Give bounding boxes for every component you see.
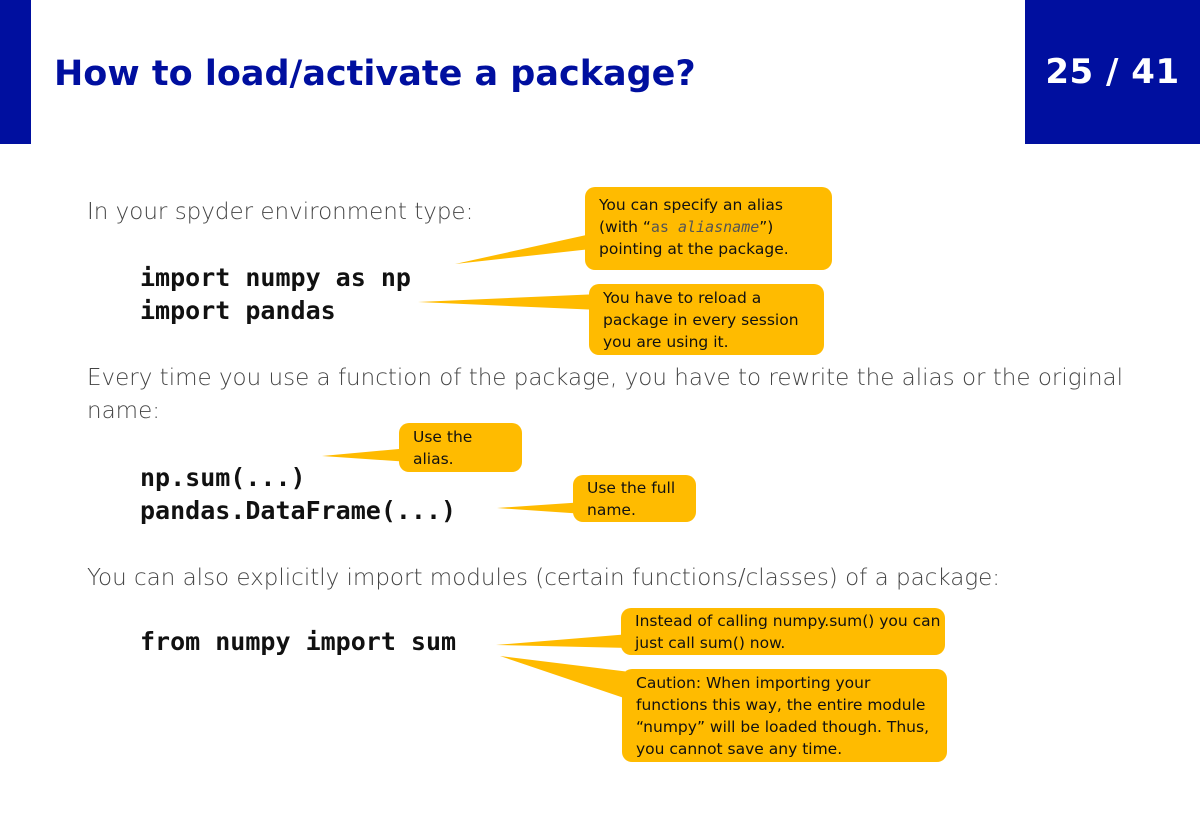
callout-text: ”)	[759, 218, 774, 236]
section2-intro: Every time you use a function of the pac…	[87, 362, 1123, 428]
reload-callout: You have to reload a package in every se…	[589, 284, 824, 355]
section1-code-block: import numpy as np import pandas	[140, 261, 411, 327]
use-full-callout: Use the full name.	[573, 475, 696, 522]
callout-line: functions this way, the entire module	[636, 696, 926, 714]
callout-code: as	[650, 218, 678, 236]
code-line: import numpy as np	[140, 263, 411, 292]
callout-line: pointing at the package.	[599, 240, 789, 258]
reload-callout-pointer	[418, 294, 600, 310]
instead-callout-pointer	[496, 634, 630, 648]
callout-line: (with “as aliasname”)	[599, 216, 822, 238]
instead-callout: Instead of calling numpy.sum() you can j…	[621, 608, 945, 655]
section2-intro-line: name:	[87, 398, 160, 424]
code-line: import pandas	[140, 296, 336, 325]
use-alias-callout-pointer	[322, 448, 410, 462]
callout-line: just call sum() now.	[635, 634, 786, 652]
caution-callout: Caution: When importing your functions t…	[622, 669, 947, 762]
callout-line: package in every session	[603, 311, 799, 329]
callout-line: You have to reload a	[603, 289, 762, 307]
callout-line: Caution: When importing your	[636, 674, 871, 692]
alias-callout-pointer	[455, 232, 600, 264]
section2-intro-line: Every time you use a function of the pac…	[87, 365, 1124, 391]
section3-code-line: from numpy import sum	[140, 627, 457, 656]
callout-line: “numpy” will be loaded though. Thus,	[636, 718, 929, 736]
callout-line: Use the	[413, 428, 473, 446]
callout-text: (with “	[599, 218, 651, 236]
section3-intro: You can also explicitly import modules (…	[87, 565, 1001, 591]
use-full-callout-pointer	[497, 502, 585, 514]
section1-intro: In your spyder environment type:	[87, 199, 474, 225]
caution-callout-pointer	[500, 656, 630, 700]
callout-line: you are using it.	[603, 333, 729, 351]
callout-line: Instead of calling numpy.sum() you can	[635, 612, 941, 630]
callout-line: Use the full	[587, 479, 676, 497]
code-line: pandas.DataFrame(...)	[140, 496, 457, 525]
callout-line: alias.	[413, 450, 454, 468]
callout-line: you cannot save any time.	[636, 740, 843, 758]
use-alias-callout: Use the alias.	[399, 423, 522, 472]
callout-code-italic: aliasname	[677, 218, 760, 236]
callout-line: You can specify an alias	[599, 196, 783, 214]
callout-line: name.	[587, 501, 636, 519]
alias-callout: You can specify an alias (with “as alias…	[585, 187, 832, 270]
